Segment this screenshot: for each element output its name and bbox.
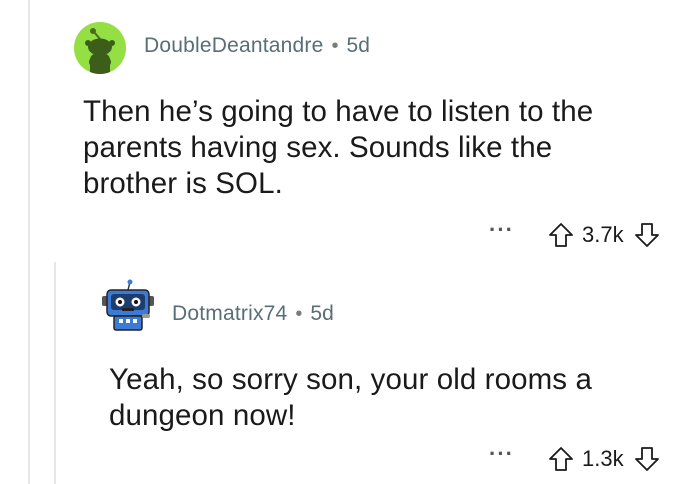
comment: DoubleDeantandre • 5d Then he’s going to…	[0, 0, 700, 260]
comment-age[interactable]: 5d	[310, 302, 333, 326]
reply-comment: Dotmatrix74 • 5d Yeah, so sorry son, you…	[0, 262, 700, 484]
avatar[interactable]	[100, 278, 156, 334]
username[interactable]: Dotmatrix74	[172, 302, 287, 326]
vote-score: 1.3k	[581, 446, 624, 471]
comment-actions: ··· 3.7k	[489, 217, 660, 248]
robot-avatar-icon	[100, 278, 156, 334]
comment-body-line: brother is SOL.	[83, 167, 283, 200]
avatar[interactable]	[74, 22, 126, 74]
comment-body-line: parents having sex. Sounds like the	[83, 131, 553, 164]
meta-separator: •	[331, 34, 339, 57]
comment-body: Then he’s going to have to listen to the…	[83, 94, 593, 202]
comment-age[interactable]: 5d	[347, 34, 370, 58]
username[interactable]: DoubleDeantandre	[144, 34, 324, 58]
comment-body-line: dungeon now!	[109, 399, 296, 432]
comment-actions: ··· 1.3k	[489, 441, 660, 472]
upvote-arrow-icon[interactable]	[548, 446, 574, 472]
comment-body-line: Yeah, so sorry son, your old rooms a	[109, 363, 592, 396]
more-options-button[interactable]: ···	[489, 217, 514, 243]
comment-body: Yeah, so sorry son, your old rooms a dun…	[109, 362, 592, 434]
downvote-arrow-icon[interactable]	[634, 446, 660, 472]
snoo-default-avatar-icon	[74, 22, 126, 74]
comment-body-line: Then he’s going to have to listen to the	[83, 95, 594, 128]
downvote-arrow-icon[interactable]	[634, 222, 660, 248]
upvote-arrow-icon[interactable]	[548, 222, 574, 248]
more-options-button[interactable]: ···	[489, 441, 514, 467]
comment-meta: Dotmatrix74 • 5d	[172, 302, 334, 326]
meta-separator: •	[295, 302, 303, 325]
vote-score: 3.7k	[581, 222, 624, 247]
comment-meta: DoubleDeantandre • 5d	[144, 34, 370, 58]
